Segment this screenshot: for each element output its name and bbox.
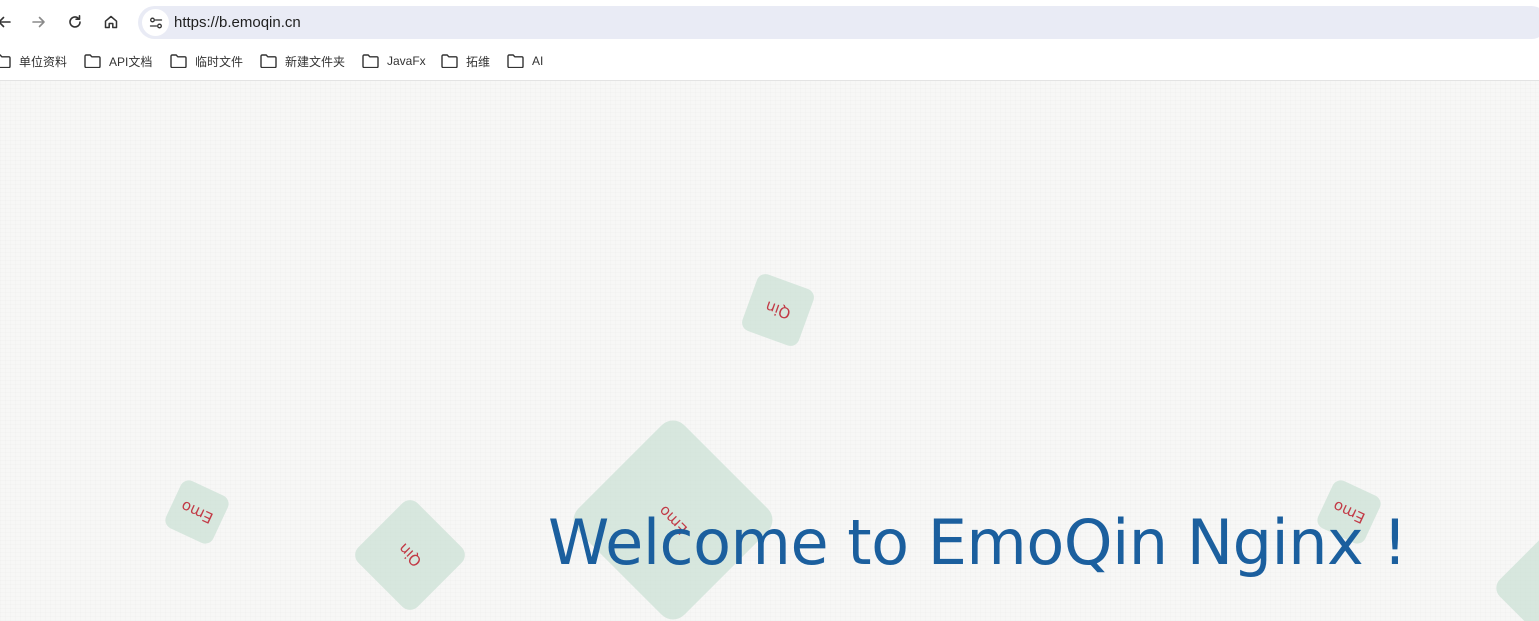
forward-arrow-icon — [32, 16, 45, 28]
floating-tile: Emo — [162, 477, 232, 547]
tile-text: Emo — [178, 496, 216, 528]
tile-text: Qin — [394, 539, 426, 571]
folder-icon — [362, 54, 379, 68]
url-text[interactable]: https://b.emoqin.cn — [174, 14, 301, 31]
bookmark-label: 单位资料 — [19, 54, 68, 69]
bookmark-folder[interactable]: 拓维 — [441, 48, 490, 74]
forward-button[interactable] — [25, 8, 53, 36]
tile-text: Qin — [762, 297, 794, 323]
browser-chrome: https://b.emoqin.cn 单位资料 API文档 临时文件 新建文件… — [0, 0, 1539, 81]
page-content: Qin Emo Qin Emo Emo Welcome to EmoQin Ng… — [0, 81, 1539, 621]
bookmark-label: 拓维 — [466, 54, 491, 69]
bookmark-folder[interactable]: 新建文件夹 — [260, 48, 345, 74]
bookmark-folder[interactable]: 单位资料 — [0, 48, 67, 74]
floating-tile: Qin — [350, 495, 470, 615]
bookmark-label: AI — [532, 54, 544, 68]
bookmark-folder[interactable]: 临时文件 — [170, 48, 243, 74]
reload-button[interactable] — [61, 8, 89, 36]
back-arrow-icon — [0, 16, 11, 28]
welcome-heading: Welcome to EmoQin Nginx ! — [548, 506, 1407, 579]
site-info-button[interactable] — [142, 9, 169, 36]
bookmark-label: 新建文件夹 — [285, 54, 346, 69]
reload-icon — [69, 15, 81, 28]
floating-tile — [1491, 524, 1539, 621]
bookmark-label: 临时文件 — [195, 54, 244, 69]
browser-toolbar: https://b.emoqin.cn — [0, 0, 1539, 44]
folder-icon — [507, 54, 524, 68]
bookmark-label: API文档 — [109, 54, 153, 69]
folder-icon — [84, 54, 101, 68]
home-icon — [104, 15, 118, 29]
bookmark-folder[interactable]: JavaFx — [362, 48, 426, 74]
folder-icon — [0, 54, 11, 68]
folder-icon — [260, 54, 277, 68]
address-bar[interactable]: https://b.emoqin.cn — [138, 6, 1539, 39]
home-button[interactable] — [97, 8, 125, 36]
site-info-icon — [149, 17, 162, 28]
bookmark-label: JavaFx — [387, 54, 426, 68]
bookmark-folder[interactable]: API文档 — [84, 48, 152, 74]
bookmark-folder[interactable]: AI — [507, 48, 543, 74]
folder-icon — [441, 54, 458, 68]
bookmarks-bar: 单位资料 API文档 临时文件 新建文件夹 JavaFx 拓维 AI — [0, 48, 1539, 74]
folder-icon — [170, 54, 187, 68]
floating-tile: Qin — [739, 271, 817, 349]
back-button[interactable] — [0, 8, 18, 36]
